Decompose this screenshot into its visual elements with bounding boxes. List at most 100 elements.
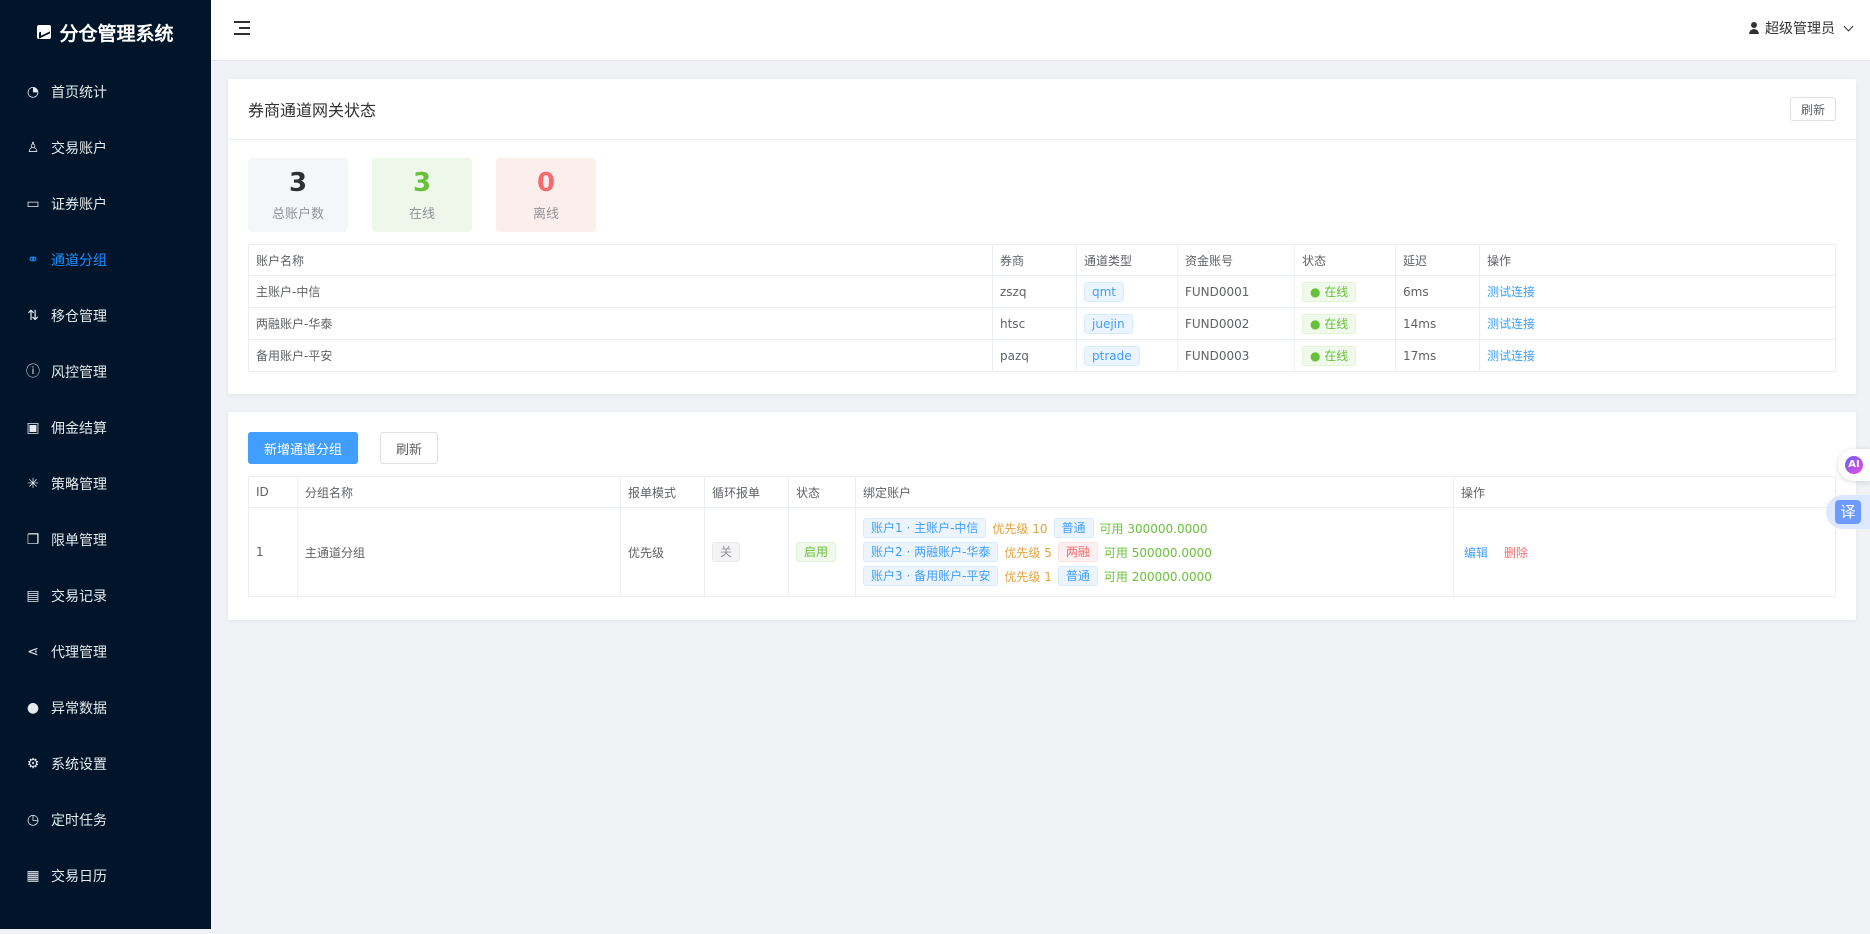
edit-link[interactable]: 编辑: [1464, 546, 1488, 560]
card-title: 券商通道网关状态: [248, 101, 377, 120]
sidebar-item[interactable]: ▦ 交易日历: [0, 848, 211, 904]
menu-toggle-icon[interactable]: [234, 21, 250, 35]
sidebar-item-label: 系统设置: [51, 757, 107, 773]
sidebar-item-label: 定时任务: [51, 813, 107, 829]
sidebar-item-label: 异常数据: [51, 701, 107, 717]
sidebar-item[interactable]: ⚭ 通道分组: [0, 232, 211, 288]
account-tag: 账户1 · 主账户-中信: [863, 518, 987, 538]
column-header: 通道类型: [1076, 244, 1178, 276]
user-dropdown[interactable]: 超级管理员: [1749, 18, 1854, 38]
stat-value: 0: [536, 167, 556, 198]
sidebar-item[interactable]: ▭ 证券账户: [0, 176, 211, 232]
sidebar-item[interactable]: ▤ 交易记录: [0, 568, 211, 624]
sidebar-item[interactable]: ◔ 首页统计: [0, 64, 211, 120]
column-header: 资金账号: [1177, 244, 1295, 276]
chart-icon: [37, 25, 52, 39]
table-row: 1 主通道分组 优先级关启用 账户1 · 主账户-中信 优先级 10 普通 可用 30000…: [248, 507, 1836, 597]
test-connection-link[interactable]: 测试连接: [1487, 317, 1535, 331]
money-icon: ▣: [26, 420, 40, 436]
sidebar-item-label: 限单管理: [51, 533, 107, 549]
cycle-cell: 关: [704, 507, 789, 597]
dashboard-icon: ◔: [26, 84, 40, 100]
group-name-cell: 主通道分组: [297, 507, 621, 597]
user-name: 超级管理员: [1765, 21, 1835, 37]
channel-cell: qmt: [1076, 275, 1178, 308]
account-name-cell: 主账户-中信: [248, 275, 993, 308]
gear-icon: ⚙: [26, 756, 40, 772]
broker-cell: htsc: [992, 307, 1077, 340]
column-header: 分组名称: [297, 476, 621, 508]
sidebar-item[interactable]: ✳ 策略管理: [0, 456, 211, 512]
account-tag: 账户2 · 两融账户-华泰: [863, 542, 999, 562]
gateway-status-card: 券商通道网关状态 刷新 3 总账户数 3 在线 0 离线 账户名称 券商 通道类型资…: [228, 79, 1856, 394]
card-header: 券商通道网关状态 刷新: [228, 79, 1856, 140]
toolbar: 新增通道分组 刷新: [228, 412, 1856, 476]
sidebar-item[interactable]: ♙ 交易账户: [0, 120, 211, 176]
action-cell: 编辑 删除: [1453, 507, 1836, 597]
binding-item: 账户3 · 备用账户-平安 优先级 1 普通 可用 200000.0000: [863, 565, 1446, 587]
account-type-tag: 普通: [1053, 518, 1094, 538]
stat-label: 总账户数: [271, 206, 324, 222]
translate-float-button[interactable]: 译: [1826, 495, 1870, 529]
stat-offline: 0 离线: [496, 158, 596, 232]
action-cell: 测试连接: [1479, 275, 1836, 308]
column-header: 操作: [1479, 244, 1836, 276]
action-cell: 测试连接: [1479, 307, 1836, 340]
sidebar-item[interactable]: ◷ 定时任务: [0, 792, 211, 848]
user-icon: ♙: [26, 140, 40, 156]
sidebar-item-label: 交易账户: [51, 141, 107, 157]
stat-total: 3 总账户数: [248, 158, 348, 232]
sidebar-item[interactable]: ● 异常数据: [0, 680, 211, 736]
sidebar-item[interactable]: ❐ 限单管理: [0, 512, 211, 568]
account-name-cell: 备用账户-平安: [248, 339, 993, 372]
status-badge: ● 在线: [1302, 281, 1357, 302]
column-header: 操作: [1453, 476, 1836, 508]
sidebar-item[interactable]: ⚙ 系统设置: [0, 736, 211, 792]
clipboard-icon: ▤: [26, 588, 40, 604]
fund-account-cell: FUND0002: [1177, 307, 1295, 340]
account-type-tag: 普通: [1057, 566, 1098, 586]
sidebar-item-label: 首页统计: [51, 85, 107, 101]
groups-refresh-button[interactable]: 刷新: [380, 432, 439, 464]
sidebar-item[interactable]: ⓘ 风控管理: [0, 344, 211, 400]
stat-label: 离线: [532, 206, 559, 222]
table-row: 两融账户-华泰 htsc juejin FUND0002 ● 在线 14ms 测试连接: [248, 307, 1836, 340]
test-connection-link[interactable]: 测试连接: [1487, 285, 1535, 299]
priority-text: 优先级 1: [1004, 569, 1052, 584]
table-header-row: ID 分组名称 报单模式 循环报单 状态 绑定账户 操作: [248, 476, 1836, 508]
sidebar: 分仓管理系统 ◔ 首页统计 ♙ 交易账户 ▭ 证券账户 ⚭ 通道分组 ⇅ 移仓管理 ⓘ 风控管理 ▣ 佣金…: [0, 0, 211, 929]
column-header: 报单模式: [620, 476, 705, 508]
sidebar-item-label: 移仓管理: [51, 309, 107, 325]
chevron-down-icon: [1843, 21, 1854, 31]
channel-cell: ptrade: [1076, 339, 1178, 372]
status-badge: 启用: [796, 542, 837, 562]
sidebar-item[interactable]: ▣ 佣金结算: [0, 400, 211, 456]
broker-cell: pazq: [992, 339, 1077, 372]
priority-text: 优先级 10: [992, 521, 1048, 536]
sidebar-item-label: 佣金结算: [51, 421, 107, 437]
wallet-icon: ▭: [26, 196, 40, 212]
add-group-button[interactable]: 新增通道分组: [248, 432, 359, 464]
gateway-refresh-button[interactable]: 刷新: [1789, 97, 1836, 121]
share-icon: ⋖: [27, 644, 39, 660]
stat-value: 3: [288, 167, 308, 198]
sidebar-item-label: 风控管理: [51, 365, 107, 381]
column-header: 绑定账户: [855, 476, 1454, 508]
mode-cell: 优先级: [620, 507, 705, 597]
sidebar-item[interactable]: ⇅ 移仓管理: [0, 288, 211, 344]
status-cell: ● 在线: [1294, 275, 1396, 308]
binding-item: 账户2 · 两融账户-华泰 优先级 5 两融 可用 500000.0000: [863, 541, 1446, 563]
translate-icon: 译: [1835, 500, 1861, 524]
gateway-table: 账户名称 券商 通道类型 资金账号 状态 延迟 操作 主账户-中信 zszq qmt FUND00…: [248, 244, 1836, 372]
latency-cell: 14ms: [1395, 307, 1480, 340]
latency-cell: 17ms: [1395, 339, 1480, 372]
sidebar-item[interactable]: ⋖ 代理管理: [0, 624, 211, 680]
assistant-float-button[interactable]: AI: [1838, 449, 1870, 481]
column-header: 循环报单: [704, 476, 789, 508]
column-header: 状态: [788, 476, 856, 508]
loading-icon: ✳: [27, 476, 39, 492]
sidebar-item-label: 通道分组: [51, 253, 107, 269]
stat-online: 3 在线: [372, 158, 472, 232]
delete-link[interactable]: 删除: [1504, 546, 1528, 560]
test-connection-link[interactable]: 测试连接: [1487, 349, 1535, 363]
